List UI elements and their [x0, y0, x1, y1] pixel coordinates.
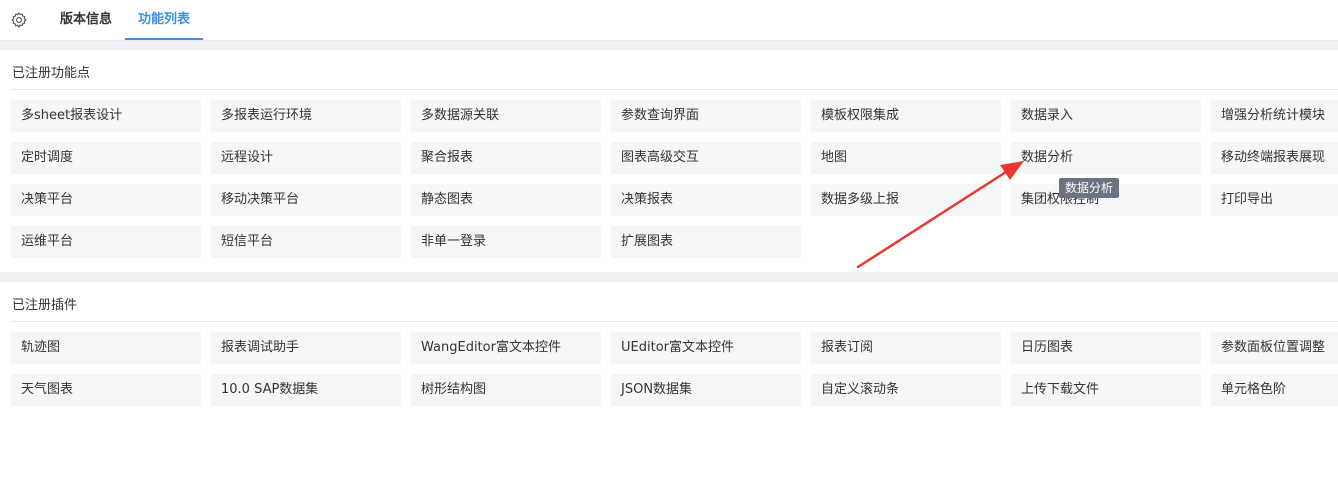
feature-item[interactable]: 数据分析 [1011, 142, 1201, 174]
feature-item[interactable]: 模板权限集成 [811, 100, 1001, 132]
plugin-item[interactable]: 轨迹图 [11, 332, 201, 364]
plugin-item[interactable]: 单元格色阶 [1211, 374, 1338, 406]
feature-item[interactable]: 非单一登录 [411, 226, 601, 258]
tab-version-info[interactable]: 版本信息 [44, 0, 128, 40]
plugins-divider [10, 321, 1338, 322]
feature-item[interactable]: 打印导出 [1211, 184, 1338, 216]
feature-item[interactable]: 决策报表 [611, 184, 801, 216]
plugin-item[interactable]: 报表订阅 [811, 332, 1001, 364]
feature-item[interactable]: 远程设计 [211, 142, 401, 174]
feature-item[interactable]: 增强分析统计模块 [1211, 100, 1338, 132]
plugin-item[interactable]: UEditor富文本控件 [611, 332, 801, 364]
plugin-item[interactable]: 上传下载文件 [1011, 374, 1201, 406]
feature-item[interactable]: 图表高级交互 [611, 142, 801, 174]
plugin-item[interactable]: 树形结构图 [411, 374, 601, 406]
feature-item[interactable]: 静态图表 [411, 184, 601, 216]
plugin-item[interactable]: JSON数据集 [611, 374, 801, 406]
features-divider [10, 89, 1338, 90]
feature-item[interactable]: 多数据源关联 [411, 100, 601, 132]
feature-item[interactable]: 决策平台 [11, 184, 201, 216]
plugin-item[interactable]: 参数面板位置调整 [1211, 332, 1338, 364]
feature-item[interactable]: 短信平台 [211, 226, 401, 258]
feature-item[interactable]: 聚合报表 [411, 142, 601, 174]
feature-item[interactable]: 数据录入 [1011, 100, 1201, 132]
plugin-item[interactable]: 报表调试助手 [211, 332, 401, 364]
plugin-item[interactable]: 天气图表 [11, 374, 201, 406]
features-panel: 已注册功能点 多sheet报表设计 多报表运行环境 多数据源关联 参数查询界面 模板权限… [0, 50, 1338, 272]
feature-item[interactable]: 扩展图表 [611, 226, 801, 258]
feature-item[interactable]: 运维平台 [11, 226, 201, 258]
plugins-panel: 已注册插件 轨迹图 报表调试助手 WangEditor富文本控件 UEditor富文本… [0, 282, 1338, 490]
feature-item[interactable]: 多报表运行环境 [211, 100, 401, 132]
feature-item[interactable]: 定时调度 [11, 142, 201, 174]
feature-item[interactable]: 移动决策平台 [211, 184, 401, 216]
features-section-title: 已注册功能点 [12, 66, 91, 81]
feature-item[interactable]: 参数查询界面 [611, 100, 801, 132]
feature-item[interactable]: 移动终端报表展现 [1211, 142, 1338, 174]
feature-item[interactable]: 多sheet报表设计 [11, 100, 201, 132]
feature-item[interactable]: 数据多级上报 [811, 184, 1001, 216]
plugin-item[interactable]: 自定义滚动条 [811, 374, 1001, 406]
tooltip: 数据分析 [1059, 178, 1120, 198]
plugin-item[interactable]: 日历图表 [1011, 332, 1201, 364]
tab-feature-list[interactable]: 功能列表 [125, 0, 203, 40]
top-bar: 版本信息 功能列表 [0, 0, 1338, 41]
plugin-item[interactable]: WangEditor富文本控件 [411, 332, 601, 364]
plugin-item[interactable]: 10.0 SAP数据集 [211, 374, 401, 406]
plugins-section-title: 已注册插件 [12, 298, 78, 313]
gear-icon[interactable] [10, 11, 28, 29]
feature-item[interactable]: 地图 [811, 142, 1001, 174]
